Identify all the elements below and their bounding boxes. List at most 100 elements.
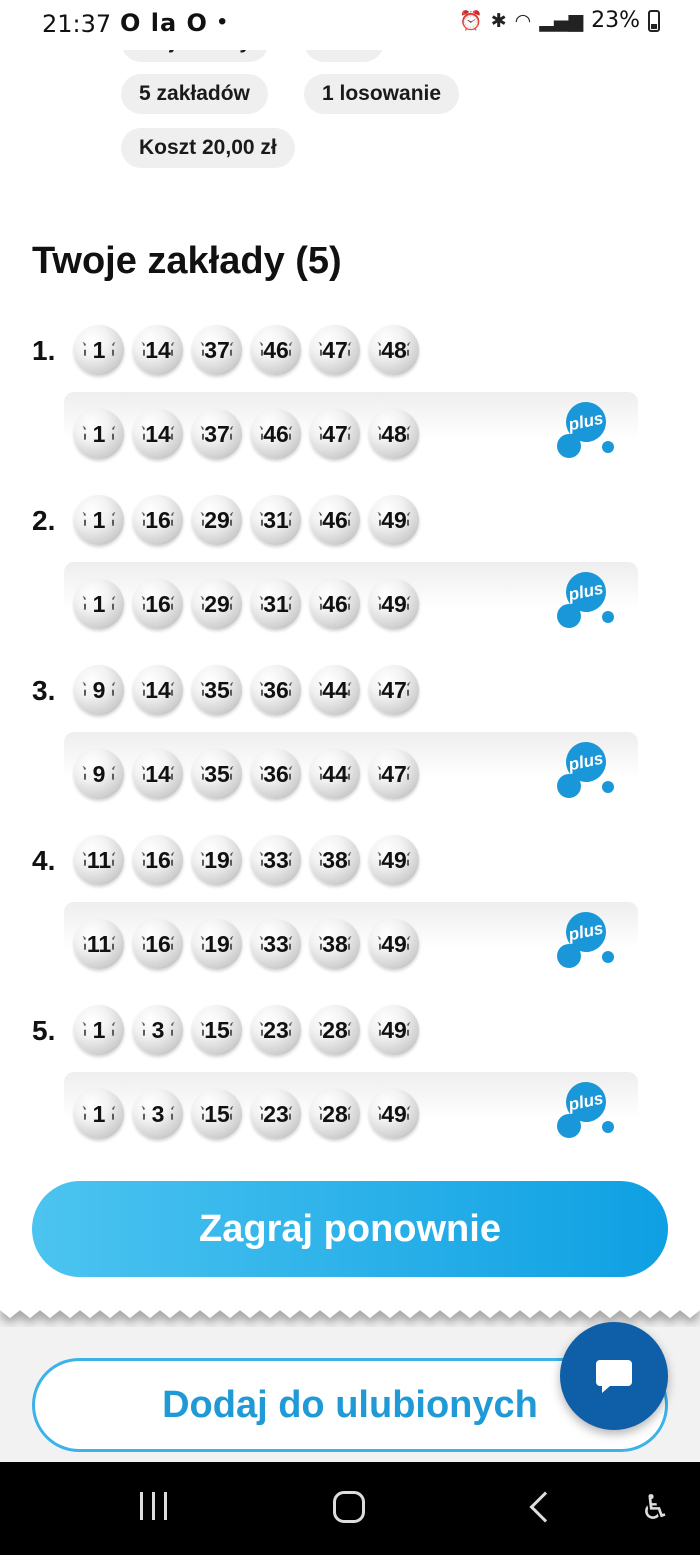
lotto-ball: 23: [251, 1005, 301, 1055]
bet-index: 4.: [32, 845, 56, 876]
lotto-ball: 9: [74, 749, 124, 799]
lotto-ball: 36: [251, 749, 301, 799]
lotto-ball: 19: [192, 835, 242, 885]
plus-logo-icon: plus: [550, 568, 620, 642]
lotto-ball: 49: [369, 1089, 419, 1139]
lotto-ball: 16: [133, 835, 183, 885]
lotto-ball: 31: [251, 495, 301, 545]
bet-numbers-row: 1 14 37 46 47 48: [74, 325, 419, 375]
more-notifications-dot-icon: •: [218, 8, 227, 35]
bet-numbers-row: 9 14 35 36 44 47: [74, 665, 419, 715]
lotto-ball: 36: [251, 665, 301, 715]
bet-index: 5.: [32, 1015, 56, 1046]
lotto-ball: 14: [133, 749, 183, 799]
lotto-ball: 16: [133, 919, 183, 969]
lotto-ball: 29: [192, 495, 242, 545]
back-icon[interactable]: [529, 1491, 561, 1523]
lotto-ball: 33: [251, 919, 301, 969]
lotto-ball: 33: [251, 835, 301, 885]
battery-icon: [648, 9, 660, 32]
chip-draws: 1 losowanie: [304, 74, 460, 114]
bet-index: 1.: [32, 335, 56, 366]
lotto-ball: 9: [74, 665, 124, 715]
lotto-ball: 37: [192, 409, 242, 459]
lotto-ball: 38: [310, 919, 360, 969]
lotto-ball: 48: [369, 409, 419, 459]
recent-apps-icon[interactable]: [140, 1492, 167, 1520]
chat-button[interactable]: [560, 1322, 668, 1430]
lotto-ball: 3: [133, 1005, 183, 1055]
lotto-ball: 47: [310, 325, 360, 375]
lotto-ball: 16: [133, 495, 183, 545]
lotto-ball: 49: [369, 495, 419, 545]
chip-bets-count: 5 zakładów: [121, 74, 268, 114]
home-icon[interactable]: [333, 1491, 365, 1523]
lotto-ball: 38: [310, 835, 360, 885]
bet-numbers-row: 1 3 15 23 28 49: [74, 1005, 419, 1055]
bluetooth-icon: ✱: [490, 9, 507, 32]
lotto-ball: 11: [74, 835, 124, 885]
alarm-icon: ⏰: [459, 10, 483, 32]
plus-logo-icon: plus: [550, 908, 620, 982]
plus-numbers-row: 1 14 37 46 47 48: [74, 409, 419, 459]
lotto-ball: 31: [251, 579, 301, 629]
lotto-ball: 47: [369, 749, 419, 799]
notification-icons: O la O: [120, 9, 208, 37]
lotto-ball: 11: [74, 919, 124, 969]
lotto-ball: 1: [74, 325, 124, 375]
bet-index: 3.: [32, 675, 56, 706]
lotto-ball: 15: [192, 1089, 242, 1139]
lotto-ball: 3: [133, 1089, 183, 1139]
bet-numbers-row: 1 16 29 31 46 49: [74, 495, 419, 545]
lotto-ball: 15: [192, 1005, 242, 1055]
play-again-button[interactable]: Zagraj ponownie: [32, 1181, 668, 1277]
plus-logo-icon: plus: [550, 398, 620, 472]
lotto-ball: 37: [192, 325, 242, 375]
lotto-ball: 29: [192, 579, 242, 629]
lotto-ball: 49: [369, 835, 419, 885]
lotto-ball: 19: [192, 919, 242, 969]
status-time: 21:37: [42, 10, 112, 38]
section-title: Twoje zakłady (5): [32, 240, 342, 282]
lotto-ball: 14: [133, 665, 183, 715]
bet-index: 2.: [32, 505, 56, 536]
lotto-ball: 35: [192, 749, 242, 799]
signal-icon: ▂▄▆: [539, 9, 584, 32]
lotto-ball: 46: [310, 495, 360, 545]
lotto-ball: 46: [310, 579, 360, 629]
lotto-ball: 47: [310, 409, 360, 459]
lotto-ball: 49: [369, 579, 419, 629]
chip-cost: Koszt 20,00 zł: [121, 128, 295, 168]
lotto-ball: 35: [192, 665, 242, 715]
lotto-ball: 1: [74, 579, 124, 629]
lotto-ball: 49: [369, 1005, 419, 1055]
bet-numbers-row: 11 16 19 33 38 49: [74, 835, 419, 885]
lotto-ball: 44: [310, 665, 360, 715]
wifi-icon: ◠: [514, 9, 532, 32]
lotto-ball: 46: [251, 325, 301, 375]
lotto-ball: 28: [310, 1005, 360, 1055]
status-right-icons: ⏰ ✱ ◠ ▂▄▆ 23%: [459, 8, 660, 33]
lotto-ball: 1: [74, 1005, 124, 1055]
lotto-ball: 14: [133, 409, 183, 459]
lotto-ball: 49: [369, 919, 419, 969]
lotto-ball: 46: [251, 409, 301, 459]
plus-numbers-row: 1 16 29 31 46 49: [74, 579, 419, 629]
lotto-ball: 16: [133, 579, 183, 629]
plus-numbers-row: 11 16 19 33 38 49: [74, 919, 419, 969]
status-bar: 21:37 O la O • ⏰ ✱ ◠ ▂▄▆ 23%: [0, 0, 700, 50]
system-navigation-bar: ♿: [0, 1462, 700, 1555]
lotto-ball: 48: [369, 325, 419, 375]
plus-logo-icon: plus: [550, 738, 620, 812]
lotto-ball: 28: [310, 1089, 360, 1139]
plus-logo-icon: plus: [550, 1078, 620, 1152]
lotto-ball: 1: [74, 409, 124, 459]
plus-numbers-row: 1 3 15 23 28 49: [74, 1089, 419, 1139]
accessibility-icon[interactable]: ♿: [640, 1488, 670, 1528]
lotto-ball: 47: [369, 665, 419, 715]
lotto-ball: 23: [251, 1089, 301, 1139]
lotto-ball: 44: [310, 749, 360, 799]
lotto-ball: 1: [74, 495, 124, 545]
battery-percent: 23%: [591, 8, 640, 33]
lotto-ball: 1: [74, 1089, 124, 1139]
